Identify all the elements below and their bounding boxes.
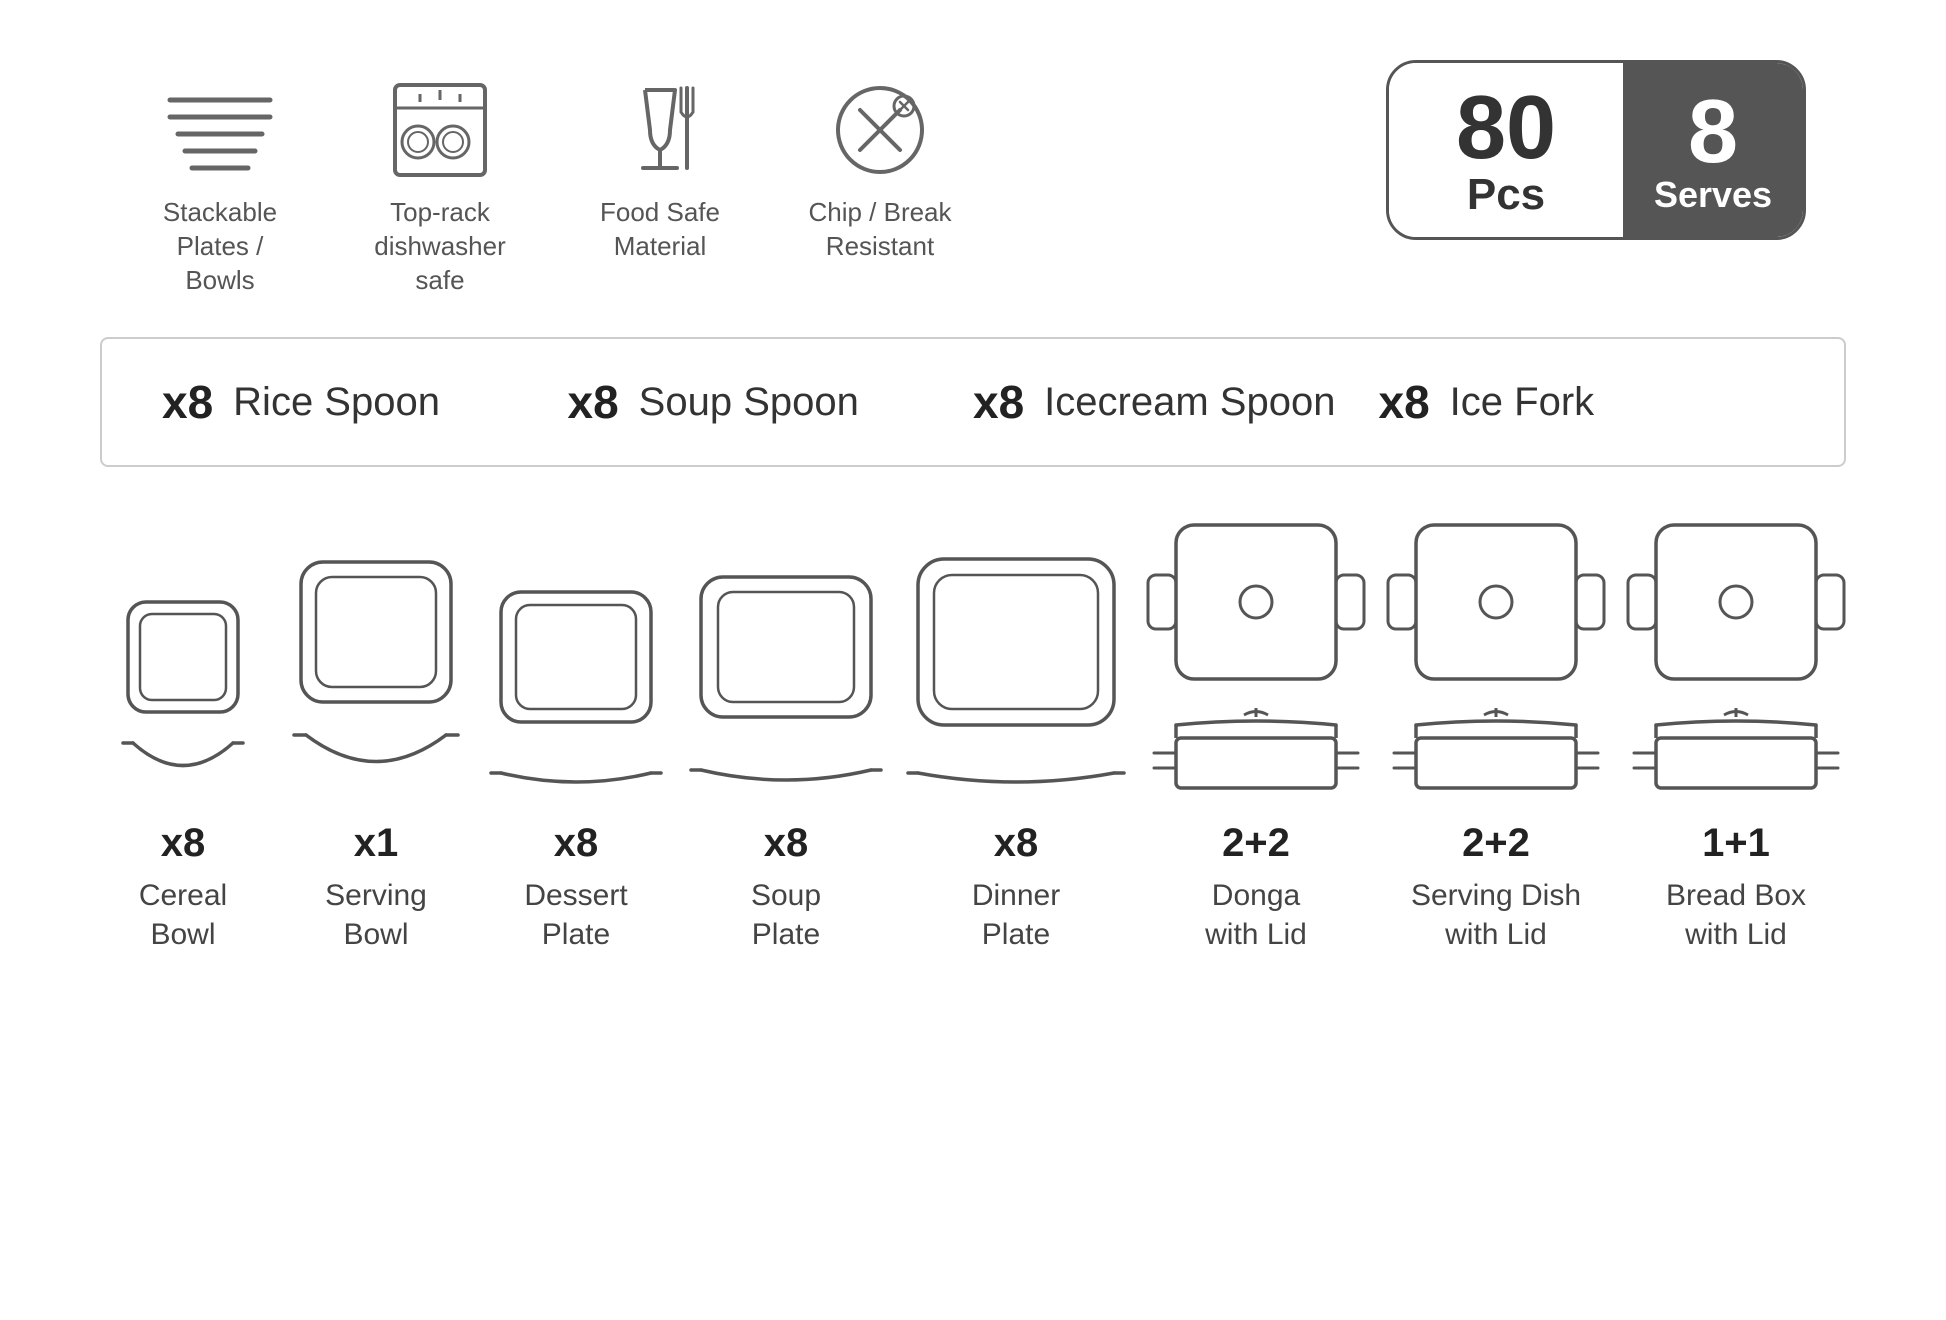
serving-bowl-drawing xyxy=(286,552,466,803)
product-serving-bowl: x1 Serving Bowl xyxy=(286,552,466,954)
product-qty-2: x8 xyxy=(554,821,599,866)
product-name-2: Dessert Plate xyxy=(524,876,627,954)
product-qty-7: 1+1 xyxy=(1702,821,1770,866)
product-name-4: Dinner Plate xyxy=(972,876,1060,954)
donga-drawing xyxy=(1146,507,1366,803)
badge-right: 8 Serves xyxy=(1623,63,1803,237)
products-grid: x8 Cereal Bowl xyxy=(100,507,1846,954)
utensil-icecream-spoon: x8 Icecream Spoon xyxy=(973,375,1379,429)
utensil-qty-3: x8 xyxy=(1379,375,1430,429)
product-donga: 2+2 Donga with Lid xyxy=(1146,507,1366,954)
utensil-ice-fork: x8 Ice Fork xyxy=(1379,375,1785,429)
feature-foodsafe: Food Safe Material xyxy=(580,80,740,264)
stackable-label: Stackable Plates / Bowls xyxy=(140,196,300,297)
dessert-plate-drawing xyxy=(486,577,666,803)
utensil-qty-1: x8 xyxy=(568,375,619,429)
foodsafe-label: Food Safe Material xyxy=(600,196,720,264)
dishwasher-icon xyxy=(390,80,490,180)
features-list: Stackable Plates / Bowls xyxy=(140,60,960,297)
piece-badge: 80 Pcs 8 Serves xyxy=(1386,60,1806,240)
utensil-row: x8 Rice Spoon x8 Soup Spoon x8 Icecream … xyxy=(162,375,1784,429)
utensil-name-2: Icecream Spoon xyxy=(1044,380,1335,425)
serves-label: Serves xyxy=(1654,177,1772,213)
product-qty-0: x8 xyxy=(161,821,206,866)
chipbreak-icon xyxy=(830,80,930,180)
serves-count: 8 xyxy=(1688,87,1738,177)
product-bread-box: 1+1 Bread Box with Lid xyxy=(1626,507,1846,954)
utensil-qty-2: x8 xyxy=(973,375,1024,429)
product-name-6: Serving Dish with Lid xyxy=(1411,876,1581,954)
product-name-0: Cereal Bowl xyxy=(139,876,227,954)
piece-unit: Pcs xyxy=(1467,173,1545,217)
product-name-5: Donga with Lid xyxy=(1205,876,1307,954)
utensil-name-3: Ice Fork xyxy=(1450,380,1594,425)
product-dinner-plate: x8 Dinner Plate xyxy=(906,547,1126,954)
badge-left: 80 Pcs xyxy=(1389,63,1623,237)
product-qty-1: x1 xyxy=(354,821,399,866)
product-cereal-bowl: x8 Cereal Bowl xyxy=(100,587,266,954)
utensil-soup-spoon: x8 Soup Spoon xyxy=(568,375,974,429)
feature-dishwasher: Top-rack dishwasher safe xyxy=(360,80,520,297)
utensil-row-container: x8 Rice Spoon x8 Soup Spoon x8 Icecream … xyxy=(100,337,1846,467)
chipbreak-label: Chip / Break Resistant xyxy=(808,196,951,264)
product-name-7: Bread Box with Lid xyxy=(1666,876,1806,954)
soup-plate-drawing xyxy=(686,562,886,803)
product-qty-5: 2+2 xyxy=(1222,821,1290,866)
stackable-icon xyxy=(160,80,280,180)
utensil-qty-0: x8 xyxy=(162,375,213,429)
product-serving-dish: 2+2 Serving Dish with Lid xyxy=(1386,507,1606,954)
page: Stackable Plates / Bowls xyxy=(0,0,1946,1320)
utensil-name-0: Rice Spoon xyxy=(233,380,440,425)
product-qty-6: 2+2 xyxy=(1462,821,1530,866)
piece-count: 80 xyxy=(1456,83,1556,173)
dinner-plate-drawing xyxy=(906,547,1126,803)
cereal-bowl-drawing xyxy=(100,587,266,803)
dishwasher-label: Top-rack dishwasher safe xyxy=(360,196,520,297)
product-dessert-plate: x8 Dessert Plate xyxy=(486,577,666,954)
product-name-1: Serving Bowl xyxy=(325,876,427,954)
utensil-rice-spoon: x8 Rice Spoon xyxy=(162,375,568,429)
products-section: x8 Cereal Bowl xyxy=(80,507,1866,954)
product-qty-4: x8 xyxy=(994,821,1039,866)
utensil-name-1: Soup Spoon xyxy=(639,380,859,425)
serving-dish-drawing xyxy=(1386,507,1606,803)
top-section: Stackable Plates / Bowls xyxy=(80,60,1866,297)
bread-box-drawing xyxy=(1626,507,1846,803)
product-soup-plate: x8 Soup Plate xyxy=(686,562,886,954)
foodsafe-icon xyxy=(615,80,705,180)
feature-chipbreak: Chip / Break Resistant xyxy=(800,80,960,264)
product-qty-3: x8 xyxy=(764,821,809,866)
product-name-3: Soup Plate xyxy=(751,876,821,954)
feature-stackable: Stackable Plates / Bowls xyxy=(140,80,300,297)
